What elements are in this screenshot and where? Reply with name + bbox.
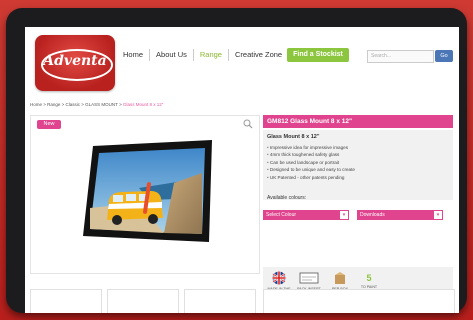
feature-item: Impressive idea for impressive images [267, 144, 355, 151]
select-colour-label: Select Colour [266, 212, 297, 218]
pack-insert-badge: PACK INSERT [295, 271, 323, 291]
breadcrumb: Home > Range > Classic > GLASS MOUNT > G… [30, 102, 163, 107]
thumbnail[interactable] [184, 289, 256, 313]
nav-about-us[interactable]: About Us [150, 49, 194, 61]
nav-home[interactable]: Home [117, 49, 151, 61]
downloads-label: Downloads [360, 212, 385, 218]
feature-list: Impressive idea for impressive images 4m… [267, 144, 355, 181]
feature-item: UK Patented - other patents pending [267, 174, 355, 181]
site-header: Adventa Home About Us Range Creative Zon… [25, 27, 459, 97]
product-title: GM812 Glass Mount 8 x 12" [263, 115, 453, 128]
product-details-panel: GM812 Glass Mount 8 x 12" Glass Mount 8 … [263, 115, 453, 313]
select-colour-dropdown[interactable]: Select Colour ▾ [263, 210, 349, 220]
thumbnail[interactable] [263, 289, 455, 313]
feature-item: Designed to be unique and easy to create [267, 166, 355, 173]
chevron-down-icon: ▾ [434, 211, 442, 219]
thumbnail[interactable] [107, 289, 179, 313]
adventa-logo[interactable]: Adventa [35, 35, 115, 91]
spec-title: Glass Mount 8 x 12" [267, 134, 320, 140]
per-box-badge: PER BOX [326, 271, 354, 291]
feature-item: 4mm thick toughened safety glass [267, 151, 355, 158]
downloads-dropdown[interactable]: Downloads ▾ [357, 210, 443, 220]
to-paint-badge: 5 TO PAINT [355, 271, 383, 290]
breadcrumb-trail[interactable]: Home > Range > Classic > GLASS MOUNT > [30, 102, 122, 107]
product-spec-box: Glass Mount 8 x 12" Impressive idea for … [263, 130, 453, 200]
feature-item: Can be used landscape or portrait [267, 159, 355, 166]
chevron-down-icon: ▾ [340, 211, 348, 219]
search-input[interactable]: Search... [367, 50, 434, 63]
pack-box-icon [299, 272, 319, 284]
available-colours-label: Available colours: [267, 195, 307, 201]
uk-flag-icon [272, 271, 286, 285]
laptop-frame: Adventa Home About Us Range Creative Zon… [6, 8, 467, 313]
product-image-panel: New [30, 115, 260, 274]
website-screen: Adventa Home About Us Range Creative Zon… [25, 27, 459, 313]
zoom-icon[interactable] [243, 119, 253, 129]
new-badge: New [37, 120, 61, 129]
carton-icon [335, 272, 345, 284]
main-nav: Home About Us Range Creative Zone [117, 47, 288, 63]
search-go-button[interactable]: Go [435, 50, 453, 62]
find-stockist-button[interactable]: Find a Stockist [287, 48, 349, 62]
nav-range[interactable]: Range [194, 49, 229, 61]
glass-mount-product-image[interactable] [79, 138, 214, 248]
nav-creative-zone[interactable]: Creative Zone [229, 49, 288, 61]
breadcrumb-current: Glass Mount 8 x 12" [122, 102, 164, 107]
count-icon: 5 [366, 273, 372, 283]
logo-text: Adventa [43, 53, 107, 69]
thumbnail[interactable] [30, 289, 102, 313]
